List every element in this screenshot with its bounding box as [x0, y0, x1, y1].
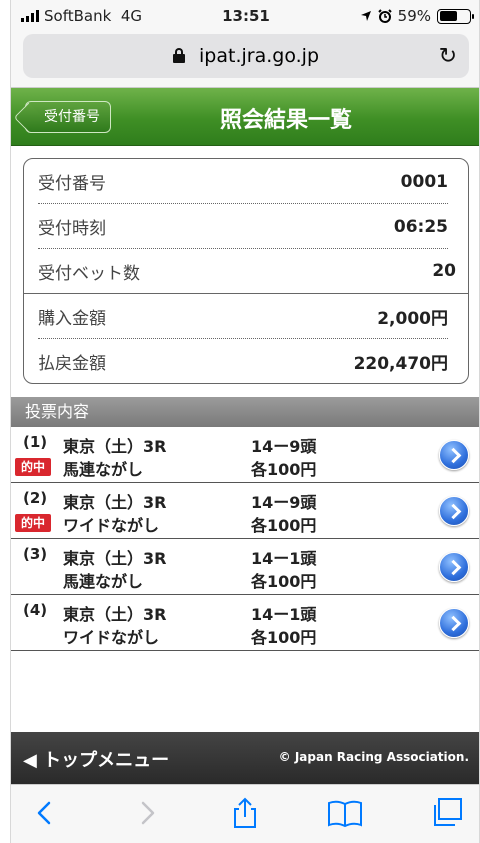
- summary-label: 受付番号: [38, 174, 106, 194]
- url-text: ipat.jra.go.jp: [199, 45, 320, 67]
- page-footer: ◀ トップメニュー © Japan Racing Association.: [11, 732, 479, 784]
- browser-toolbar: [11, 784, 479, 843]
- item-bet-type: ワイドながし: [63, 628, 160, 647]
- battery-percent: 59%: [397, 7, 431, 25]
- summary-value: 0001: [400, 171, 448, 192]
- summary-row: 受付番号 0001: [24, 159, 460, 204]
- status-right: 59%: [360, 7, 474, 25]
- summary-label: 受付ベット数: [38, 263, 140, 284]
- chevron-right-icon[interactable]: [439, 496, 469, 526]
- browser-address-area: ipat.jra.go.jp ↻: [11, 34, 479, 88]
- tabs-icon[interactable]: [427, 797, 467, 829]
- item-race: 東京（土）3R: [63, 549, 167, 568]
- section-title: 投票内容: [11, 397, 479, 427]
- item-amount: 各100円: [251, 460, 317, 479]
- item-combination: 14ー1頭: [251, 549, 317, 568]
- bet-list: (1) 東京（土）3R 馬連ながし 14ー9頭 各100円 的中 (2) 東京（…: [11, 427, 479, 651]
- item-number: (3): [23, 545, 48, 563]
- item-number: (1): [23, 433, 48, 451]
- item-race: 東京（土）3R: [63, 437, 167, 456]
- list-item[interactable]: (3) 東京（土）3R 馬連ながし 14ー1頭 各100円: [11, 539, 479, 595]
- summary-label: 受付時刻: [38, 219, 106, 239]
- summary-label: 払戻金額: [38, 354, 106, 374]
- item-amount: 各100円: [251, 516, 317, 535]
- chevron-right-icon[interactable]: [439, 608, 469, 638]
- forward-icon[interactable]: [127, 797, 167, 829]
- item-combination: 14ー9頭: [251, 437, 317, 456]
- page-title: 照会結果一覧: [219, 108, 352, 133]
- summary-row: 購入金額 2,000円: [24, 294, 460, 339]
- summary-row: 払戻金額 220,470円: [24, 339, 460, 384]
- phone-screen: SoftBank 4G 13:51 59% ipat.jra.go.jp ↻ 受…: [10, 0, 480, 843]
- top-menu-link[interactable]: ◀ トップメニュー: [23, 746, 169, 772]
- item-number: (4): [23, 601, 48, 619]
- item-bet-type: 馬連ながし: [63, 460, 144, 479]
- summary-row: 受付時刻 06:25: [24, 204, 460, 249]
- copyright-text: © Japan Racing Association.: [278, 750, 469, 764]
- share-icon[interactable]: [225, 797, 265, 829]
- status-bar: SoftBank 4G 13:51 59%: [11, 0, 479, 34]
- summary-value: 06:25: [393, 216, 448, 237]
- page-header: 受付番号 照会結果一覧: [11, 88, 479, 146]
- back-button-label: 受付番号: [44, 109, 100, 125]
- back-button[interactable]: 受付番号: [25, 101, 111, 133]
- chevron-right-icon[interactable]: [439, 440, 469, 470]
- reload-icon[interactable]: ↻: [439, 44, 457, 69]
- item-number: (2): [23, 489, 48, 507]
- item-combination: 14ー9頭: [251, 493, 317, 512]
- location-icon: [360, 11, 371, 21]
- bookmarks-icon[interactable]: [325, 797, 365, 829]
- summary-row: 受付ベット数 20: [24, 249, 468, 294]
- hit-badge: 的中: [15, 458, 51, 476]
- item-race: 東京（土）3R: [63, 493, 167, 512]
- chevron-right-icon[interactable]: [439, 552, 469, 582]
- address-bar[interactable]: ipat.jra.go.jp ↻: [23, 34, 469, 78]
- list-item[interactable]: (2) 東京（土）3R ワイドながし 14ー9頭 各100円 的中: [11, 483, 479, 539]
- summary-value: 220,470円: [353, 354, 448, 374]
- list-item[interactable]: (4) 東京（土）3R ワイドながし 14ー1頭 各100円: [11, 595, 479, 651]
- hit-badge: 的中: [15, 514, 51, 532]
- lock-icon: [172, 48, 185, 63]
- item-race: 東京（土）3R: [63, 605, 167, 624]
- item-bet-type: ワイドながし: [63, 516, 160, 535]
- summary-label: 購入金額: [38, 309, 106, 329]
- item-combination: 14ー1頭: [251, 605, 317, 624]
- receipt-summary: 受付番号 0001 受付時刻 06:25 受付ベット数 20 購入金額 2,00…: [23, 158, 469, 384]
- list-item[interactable]: (1) 東京（土）3R 馬連ながし 14ー9頭 各100円 的中: [11, 427, 479, 483]
- item-amount: 各100円: [251, 572, 317, 591]
- item-bet-type: 馬連ながし: [63, 572, 144, 591]
- alarm-icon: [377, 9, 392, 23]
- back-icon[interactable]: [25, 797, 65, 829]
- battery-icon: [437, 8, 474, 24]
- summary-value: 2,000円: [377, 309, 448, 329]
- summary-value: 20: [432, 261, 456, 281]
- item-amount: 各100円: [251, 628, 317, 647]
